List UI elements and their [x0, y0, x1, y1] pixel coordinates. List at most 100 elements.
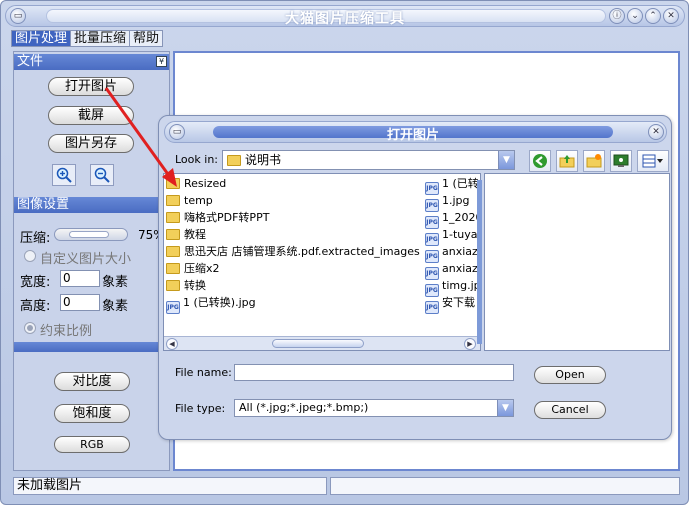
zoom-out-icon[interactable] [90, 164, 114, 186]
minimize-icon[interactable]: ⌄ [627, 8, 643, 24]
width-label: 宽度: [20, 275, 51, 290]
height-unit: 象素 [102, 299, 129, 314]
horizontal-scrollbar[interactable]: ◀ ▶ [164, 336, 480, 350]
width-input[interactable]: 0 [60, 270, 100, 287]
new-folder-icon[interactable] [583, 150, 605, 172]
menu-bar: 图片处理 批量压缩 帮助 [11, 30, 164, 47]
back-icon[interactable] [529, 150, 551, 172]
file-name-input[interactable] [234, 364, 514, 381]
scroll-right-icon[interactable]: ▶ [464, 338, 476, 350]
left-panel: 文件 ¥ 打开图片 截屏 图片另存 图像设置 压缩: 75% 自定义图片大小 宽… [13, 51, 170, 471]
status-right [330, 477, 680, 495]
folder-icon [166, 229, 180, 240]
constrain-ratio-radio[interactable] [24, 322, 36, 334]
look-in-value: 说明书 [245, 153, 282, 167]
file-type-value: All (*.jpg;*.jpeg;*.bmp;) [239, 401, 369, 414]
open-button[interactable]: Open [534, 366, 606, 384]
folder-icon [166, 280, 180, 291]
preview-pane [484, 173, 670, 351]
list-item[interactable]: JPG 1 (已转换).jpg [166, 295, 256, 314]
save-as-button[interactable]: 图片另存 [48, 134, 134, 153]
saturation-button[interactable]: 饱和度 [54, 404, 130, 423]
dialog-title-bar[interactable]: ▭ 打开图片 ✕ [164, 121, 667, 143]
list-item[interactable]: JPG 1_2020 [425, 210, 480, 229]
contrast-button[interactable]: 对比度 [54, 372, 130, 391]
open-image-button[interactable]: 打开图片 [48, 77, 134, 96]
custom-size-radio[interactable] [24, 250, 36, 262]
up-folder-icon[interactable] [556, 150, 578, 172]
custom-size-label: 自定义图片大小 [40, 252, 132, 267]
cancel-button[interactable]: Cancel [534, 401, 606, 419]
file-name: 1-tuya. [442, 228, 481, 241]
list-item[interactable]: Resized [166, 176, 226, 192]
list-item[interactable]: JPG anxiaz [425, 244, 478, 263]
list-item[interactable]: 思迅天店 店铺管理系统.pdf.extracted_images [166, 244, 420, 260]
jpg-file-icon: JPG [425, 301, 439, 314]
list-item[interactable]: JPG 1 (已转 [425, 176, 479, 195]
list-item[interactable]: 压缩x2 [166, 261, 220, 277]
file-name: timg.jp [442, 279, 481, 292]
list-item[interactable]: JPG anxiaz [425, 261, 478, 280]
dialog-menu-icon[interactable]: ▭ [169, 124, 185, 140]
menu-batch-compress[interactable]: 批量压缩 [70, 30, 131, 47]
file-name: 安下载 [442, 296, 475, 309]
file-list[interactable]: Resized temp 嗨格式PDF转PPT 教程 思迅天店 店铺管理系统.p… [163, 173, 481, 351]
collapse-icon[interactable]: ¥ [156, 56, 167, 67]
file-name: Resized [184, 177, 227, 190]
width-unit: 象素 [102, 275, 129, 290]
help-icon[interactable]: ⓘ [609, 8, 625, 24]
folder-icon [166, 178, 180, 189]
desktop-icon[interactable] [610, 150, 632, 172]
list-item[interactable]: 嗨格式PDF转PPT [166, 210, 269, 226]
list-item[interactable]: 教程 [166, 227, 206, 243]
scroll-thumb[interactable] [272, 339, 364, 348]
file-name: 嗨格式PDF转PPT [184, 211, 270, 224]
list-item[interactable]: 转换 [166, 278, 206, 294]
rgb-button[interactable]: RGB [54, 436, 130, 453]
chevron-down-icon[interactable]: ▼ [498, 151, 514, 169]
height-label: 高度: [20, 299, 51, 314]
folder-icon [166, 195, 180, 206]
jpg-file-icon: JPG [166, 301, 180, 314]
title-bar[interactable]: ▭ 大猫图片压缩工具 ⓘ ⌄ ⌃ ✕ [5, 5, 685, 27]
zoom-in-icon[interactable] [52, 164, 76, 186]
constrain-ratio-label: 约束比例 [40, 324, 93, 339]
pane-splitter[interactable] [477, 180, 482, 344]
open-image-dialog: ▭ 打开图片 ✕ Look in: 说明书 ▼ Resized temp 嗨格式… [158, 115, 672, 440]
compress-label: 压缩: [20, 231, 51, 246]
list-item[interactable]: JPG timg.jp [425, 278, 481, 297]
file-name: 教程 [184, 228, 206, 241]
file-name: temp [184, 194, 213, 207]
list-item[interactable]: JPG 1.jpg [425, 193, 470, 212]
list-item[interactable]: temp [166, 193, 213, 209]
view-menu-icon[interactable] [637, 150, 669, 172]
file-section-header[interactable]: 文件 ¥ [14, 54, 169, 70]
status-left: 未加载图片 [13, 477, 327, 495]
folder-icon [166, 212, 180, 223]
folder-icon [227, 155, 241, 166]
menu-help[interactable]: 帮助 [129, 30, 164, 47]
close-icon[interactable]: ✕ [663, 8, 679, 24]
file-type-select[interactable]: All (*.jpg;*.jpeg;*.bmp;) ▼ [234, 399, 514, 417]
height-input[interactable]: 0 [60, 294, 100, 311]
window-title: 大猫图片压缩工具 [285, 11, 405, 27]
list-item[interactable]: JPG 安下载 [425, 295, 475, 314]
look-in-select[interactable]: 说明书 ▼ [222, 150, 515, 170]
list-item[interactable]: JPG 1-tuya. [425, 227, 481, 246]
scroll-left-icon[interactable]: ◀ [166, 338, 178, 350]
image-settings-header[interactable]: 图像设置 [14, 197, 169, 213]
adjust-section-header[interactable] [14, 342, 169, 352]
compress-slider[interactable] [54, 228, 128, 241]
file-name: 压缩x2 [184, 262, 220, 275]
dialog-close-icon[interactable]: ✕ [648, 124, 664, 140]
file-section-title: 文件 [17, 54, 44, 69]
compress-slider-thumb[interactable] [69, 231, 109, 238]
maximize-icon[interactable]: ⌃ [645, 8, 661, 24]
menu-image-processing[interactable]: 图片处理 [11, 30, 72, 47]
chevron-down-icon[interactable]: ▼ [497, 400, 513, 416]
image-settings-title: 图像设置 [17, 197, 70, 212]
look-in-label: Look in: [175, 153, 218, 166]
screenshot-button[interactable]: 截屏 [48, 106, 134, 125]
file-name: 思迅天店 店铺管理系统.pdf.extracted_images [184, 245, 420, 258]
main-window: ▭ 大猫图片压缩工具 ⓘ ⌄ ⌃ ✕ 图片处理 批量压缩 帮助 文件 ¥ 打开图… [0, 0, 689, 505]
